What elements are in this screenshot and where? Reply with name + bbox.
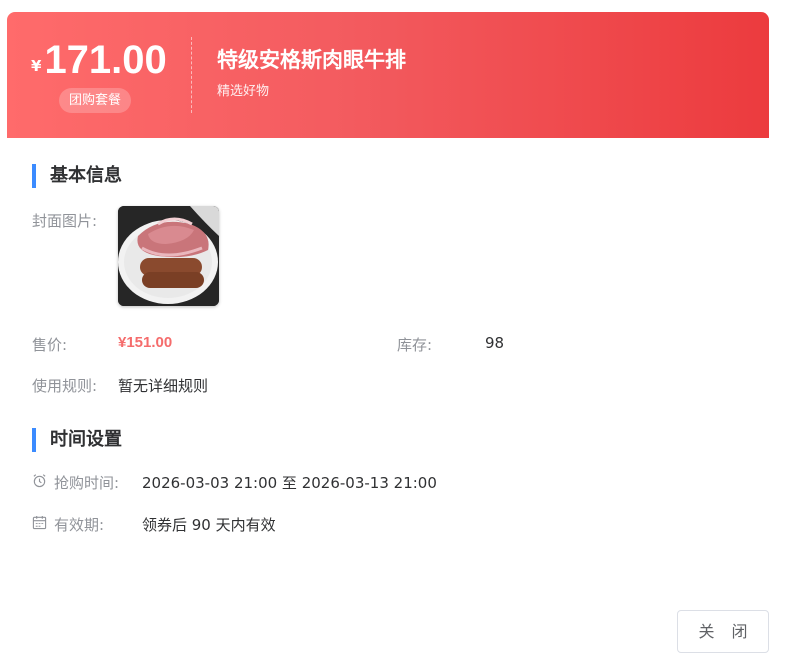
cover-image[interactable] — [118, 206, 219, 306]
product-subtitle: 精选好物 — [217, 84, 270, 99]
alarm-clock-icon — [33, 474, 46, 488]
sale-price-value: ¥151.00 — [118, 334, 173, 351]
cover-image-label: 封面图片: — [32, 212, 98, 230]
price-value: 171.00 — [44, 38, 167, 82]
usage-rules-label: 使用规则: — [32, 377, 98, 395]
time-settings-section-title: 时间设置 — [32, 428, 122, 452]
currency-symbol: ¥ — [31, 57, 42, 75]
product-title: 特级安格斯肉眼牛排 — [217, 48, 406, 72]
close-button[interactable]: 关 闭 — [677, 610, 769, 653]
purchase-time-label: 抢购时间: — [54, 474, 120, 492]
deal-header-banner: ¥171.00 团购套餐 特级安格斯肉眼牛排 精选好物 — [7, 12, 769, 138]
header-divider — [191, 37, 192, 113]
group-price: ¥171.00 — [31, 38, 167, 83]
sale-price-label: 售价: — [32, 336, 68, 354]
calendar-icon — [32, 515, 47, 530]
basic-info-section-title: 基本信息 — [32, 164, 122, 188]
validity-value: 领券后 90 天内有效 — [142, 516, 276, 534]
price-block: ¥171.00 团购套餐 — [7, 12, 191, 138]
package-type-badge: 团购套餐 — [59, 88, 132, 113]
stock-label: 库存: — [397, 336, 433, 354]
purchase-time-value: 2026-03-03 21:00 至 2026-03-13 21:00 — [142, 474, 437, 492]
usage-rules-value: 暂无详细规则 — [118, 377, 209, 395]
steak-photo — [118, 206, 219, 306]
stock-value: 98 — [485, 334, 505, 352]
validity-label: 有效期: — [54, 516, 105, 534]
